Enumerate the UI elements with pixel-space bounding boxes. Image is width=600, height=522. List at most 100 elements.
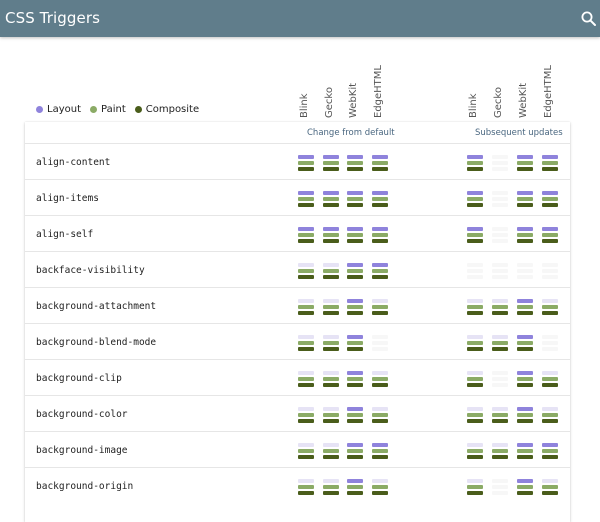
subsequent-webkit-layout-bar bbox=[517, 479, 533, 483]
change-edgehtml-layout-bar bbox=[372, 407, 388, 411]
change-webkit-composite-bar bbox=[347, 239, 363, 243]
subsequent-edgehtml-paint-bar bbox=[542, 449, 558, 453]
subsequent-webkit-composite-bar bbox=[517, 203, 533, 207]
property-row[interactable]: background-origin bbox=[25, 467, 570, 503]
change-gecko-composite-bar bbox=[323, 347, 339, 351]
change-blink-paint-bar bbox=[298, 341, 314, 345]
subsequent-edgehtml-composite-bar bbox=[542, 239, 558, 243]
subsequent-blink-paint-bar bbox=[467, 377, 483, 381]
property-name: background-image bbox=[36, 445, 128, 456]
subsequent-blink-composite-bar bbox=[467, 311, 483, 315]
subsequent-edgehtml-paint-bar bbox=[542, 341, 558, 345]
change-blink-paint-bar bbox=[298, 377, 314, 381]
change-gecko-composite-bar bbox=[323, 491, 339, 495]
subsequent-gecko-paint-bar bbox=[492, 233, 508, 237]
property-name: align-items bbox=[36, 193, 99, 204]
subsequent-edgehtml-paint-bar bbox=[542, 233, 558, 237]
subsequent-gecko-paint-bar bbox=[492, 377, 508, 381]
engine-header-gecko: Gecko bbox=[324, 87, 335, 118]
subsequent-webkit-composite-bar bbox=[517, 239, 533, 243]
subsequent-edgehtml-composite-bar bbox=[542, 455, 558, 459]
subsequent-webkit-paint-bar bbox=[517, 305, 533, 309]
subsequent-gecko-paint-bar bbox=[492, 413, 508, 417]
subsequent-blink-composite-bar bbox=[467, 491, 483, 495]
change-webkit-paint-bar bbox=[347, 341, 363, 345]
subsequent-gecko-composite-bar bbox=[492, 239, 508, 243]
property-row[interactable]: align-content bbox=[25, 143, 570, 179]
change-gecko-paint-bar bbox=[323, 377, 339, 381]
change-blink-composite-bar bbox=[298, 203, 314, 207]
property-row[interactable]: background-blend-mode bbox=[25, 323, 570, 359]
subsequent-blink-layout-bar bbox=[467, 263, 483, 267]
subsequent-blink-paint-bar bbox=[467, 161, 483, 165]
change-edgehtml-composite-bar bbox=[372, 239, 388, 243]
subsequent-gecko-composite-bar bbox=[492, 311, 508, 315]
subsequent-gecko-paint-bar bbox=[492, 305, 508, 309]
change-blink-composite-bar bbox=[298, 383, 314, 387]
change-webkit-layout-bar bbox=[347, 335, 363, 339]
change-edgehtml-paint-bar bbox=[372, 233, 388, 237]
legend: Layout Paint Composite bbox=[36, 102, 208, 116]
property-name: align-content bbox=[36, 157, 111, 168]
subsequent-gecko-layout-bar bbox=[492, 155, 508, 159]
change-webkit-paint-bar bbox=[347, 413, 363, 417]
legend-label: Composite bbox=[145, 103, 200, 115]
change-edgehtml-layout-bar bbox=[372, 443, 388, 447]
change-edgehtml-paint-bar bbox=[372, 377, 388, 381]
change-webkit-composite-bar bbox=[347, 311, 363, 315]
change-gecko-composite-bar bbox=[323, 203, 339, 207]
property-row[interactable]: background-color bbox=[25, 395, 570, 431]
change-webkit-composite-bar bbox=[347, 419, 363, 423]
search-icon[interactable] bbox=[580, 10, 598, 28]
change-blink-layout-bar bbox=[298, 443, 314, 447]
subsequent-gecko-layout-bar bbox=[492, 191, 508, 195]
subsequent-webkit-composite-bar bbox=[517, 455, 533, 459]
engine-header-webkit: WebKit bbox=[348, 82, 359, 118]
subsequent-edgehtml-layout-bar bbox=[542, 443, 558, 447]
property-name: backface-visibility bbox=[36, 265, 145, 276]
property-row[interactable]: backface-visibility bbox=[25, 251, 570, 287]
subsequent-webkit-composite-bar bbox=[517, 311, 533, 315]
subsequent-edgehtml-layout-bar bbox=[542, 299, 558, 303]
legend-label: Paint bbox=[101, 103, 126, 115]
change-edgehtml-paint-bar bbox=[372, 197, 388, 201]
property-name: background-color bbox=[36, 409, 128, 420]
change-edgehtml-layout-bar bbox=[372, 227, 388, 231]
property-row[interactable]: background-attachment bbox=[25, 287, 570, 323]
legend-label: Layout bbox=[47, 103, 81, 115]
change-blink-layout-bar bbox=[298, 299, 314, 303]
subsequent-blink-composite-bar bbox=[467, 203, 483, 207]
subsequent-blink-layout-bar bbox=[467, 479, 483, 483]
property-row[interactable]: background-image bbox=[25, 431, 570, 467]
subsequent-gecko-paint-bar bbox=[492, 197, 508, 201]
change-blink-paint-bar bbox=[298, 305, 314, 309]
change-edgehtml-layout-bar bbox=[372, 335, 388, 339]
subsequent-gecko-composite-bar bbox=[492, 419, 508, 423]
subsequent-blink-paint-bar bbox=[467, 449, 483, 453]
subsequent-webkit-layout-bar bbox=[517, 335, 533, 339]
subsequent-blink-layout-bar bbox=[467, 191, 483, 195]
property-row[interactable]: background-clip bbox=[25, 359, 570, 395]
subsequent-webkit-paint-bar bbox=[517, 161, 533, 165]
subsequent-edgehtml-composite-bar bbox=[542, 419, 558, 423]
subsequent-edgehtml-layout-bar bbox=[542, 263, 558, 267]
change-webkit-layout-bar bbox=[347, 191, 363, 195]
subsequent-gecko-paint-bar bbox=[492, 449, 508, 453]
change-gecko-composite-bar bbox=[323, 275, 339, 279]
subsequent-webkit-layout-bar bbox=[517, 371, 533, 375]
change-edgehtml-layout-bar bbox=[372, 191, 388, 195]
property-row[interactable]: align-self bbox=[25, 215, 570, 251]
subsequent-edgehtml-layout-bar bbox=[542, 191, 558, 195]
app-title[interactable]: CSS Triggers bbox=[5, 9, 100, 27]
change-webkit-composite-bar bbox=[347, 275, 363, 279]
subsequent-webkit-layout-bar bbox=[517, 155, 533, 159]
subsequent-blink-composite-bar bbox=[467, 239, 483, 243]
change-webkit-layout-bar bbox=[347, 299, 363, 303]
change-gecko-layout-bar bbox=[323, 299, 339, 303]
property-row[interactable]: align-items bbox=[25, 179, 570, 215]
subsequent-webkit-composite-bar bbox=[517, 347, 533, 351]
subsequent-blink-layout-bar bbox=[467, 299, 483, 303]
composite-dot-icon bbox=[134, 105, 142, 113]
change-webkit-composite-bar bbox=[347, 167, 363, 171]
legend-composite: Composite bbox=[134, 103, 200, 115]
